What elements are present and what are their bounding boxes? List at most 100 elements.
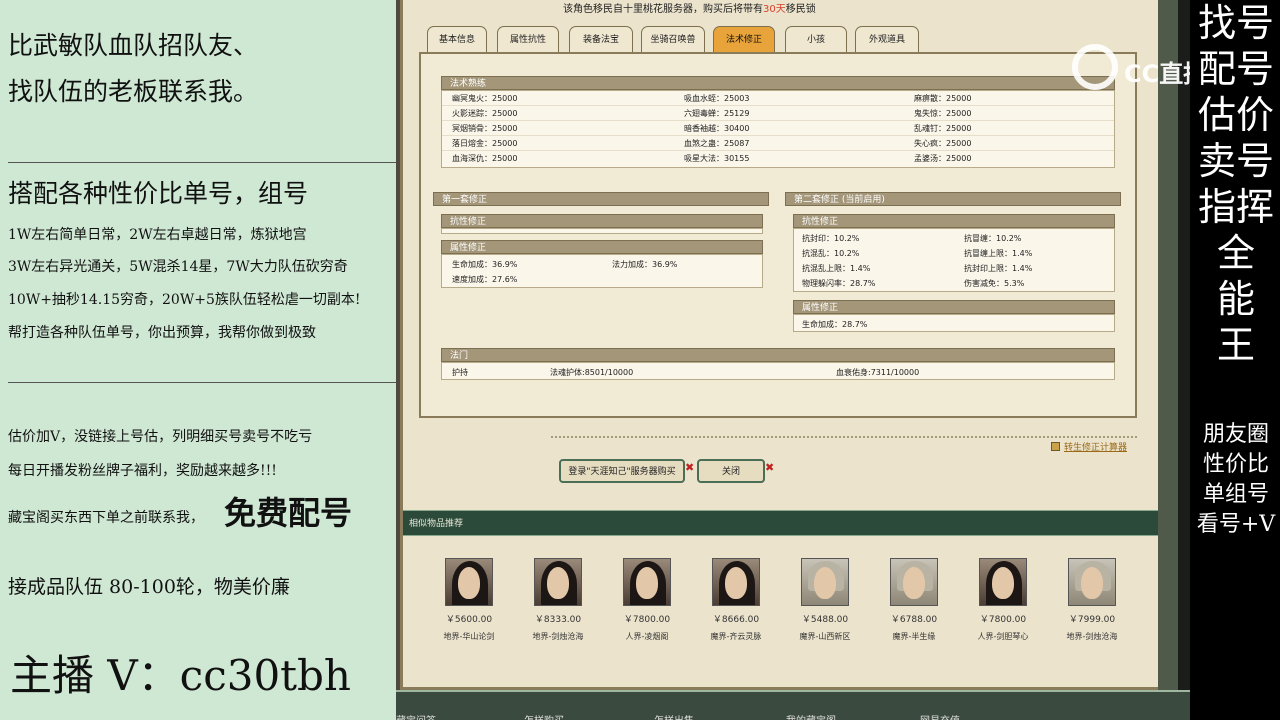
scrollbar[interactable] [1158,0,1178,690]
skill-cell: 冥烟销骨：25000 [452,124,518,133]
rec-item[interactable]: ￥5600.00 地界-华山论剑 [419,558,519,642]
nav-how-to-buy[interactable]: 怎样购买 [524,712,564,720]
service-line-1: 1W左右简单日常，2W左右卓越日常，炼狱地宫 [8,227,307,243]
service-word: 找号 [1197,1,1274,45]
dotted-divider [551,436,1137,438]
migration-notice: 该角色移民自十里桃花服务器，购买后将带有30天移民锁 [563,4,816,15]
resist-cell: 抗混乱：10.2% [802,249,860,258]
rec-item[interactable]: ￥7800.00 人界-剑胆琴心 [953,558,1053,642]
rec-item[interactable]: ￥5488.00 魔界-山西新区 [775,558,875,642]
attr-cell: 法力加成：36.9% [612,260,678,269]
nav-my-treasury[interactable]: 我的藏宝阁 [786,712,836,720]
skill-cell: 乱魂钉：25000 [914,124,972,133]
rebirth-calculator-link[interactable]: 转生修正计算器 [1051,440,1127,453]
tab-equipment[interactable]: 装备法宝 [569,26,633,52]
tab-basic-info[interactable]: 基本信息 [427,26,487,52]
resist-cell: 抗封印上限：1.4% [964,264,1033,273]
skill-cell: 鬼失惊：25000 [914,109,972,118]
service-word: 指挥 [1197,185,1274,229]
rec-price: ￥5600.00 [445,615,493,625]
close-x-icon: ✖ [685,461,695,474]
skill-cell: 六翅毒蝉：25129 [684,109,750,118]
skill-cell: 孟婆汤：25000 [914,154,972,163]
skills-table: 幽冥鬼火：25000 吸血水蛭：25003 麻痹散：25000 火影迷踪：250… [441,90,1115,168]
rec-server: 魔界-齐云灵脉 [710,632,762,641]
rec-price: ￥7800.00 [979,615,1027,625]
magic-header: 法门 [441,348,1115,362]
service-word: 卖号 [1197,139,1274,183]
set2-attr-table: 生命加成：28.7% [793,314,1115,332]
resist-cell: 抗冒缠：10.2% [964,234,1022,243]
service-line-3: 10W+抽秒14.15穷奇，20W+5族队伍轻松虐一切副本! [8,292,361,308]
promo-line: 单组号 [1202,482,1269,507]
right-small-text: 朋友圈 性价比 单组号 看号+V [1192,420,1280,540]
promo-line: 性价比 [1202,452,1269,477]
skill-cell: 失心疯：25000 [914,139,972,148]
right-overlay-panel: 找号 配号 估价 卖号 指挥 全 能 王 朋友圈 性价比 单组号 看号+V [1190,0,1280,720]
rec-item[interactable]: ￥7800.00 人界-凌烟阁 [597,558,697,642]
tab-attributes[interactable]: 属性抗性 [497,26,559,52]
cc-logo-icon [1072,44,1118,90]
table-row: 火影迷踪：25000 六翅毒蝉：25129 鬼失惊：25000 [442,106,1114,121]
skill-cell: 吸星大法：30155 [684,154,750,163]
attr-cell: 生命加成：36.9% [452,260,518,269]
left-overlay-panel: 比武敏队血队招队友、 找队伍的老板联系我。 搭配各种性价比单号，组号 1W左右简… [0,0,396,720]
rec-item[interactable]: ￥6788.00 魔界-半生缘 [864,558,964,642]
anchor-contact: 主播 V：cc30tbh [10,651,351,700]
calculator-icon [1051,442,1060,451]
nav-faq[interactable]: 藏宝问答 [396,712,436,720]
set1-resist-body [441,228,763,234]
rec-item[interactable]: ￥8333.00 地界-剑烛沧海 [508,558,608,642]
tab-child[interactable]: 小孩 [785,26,847,52]
divider [8,162,396,163]
skill-cell: 暗香袖越：30400 [684,124,750,133]
cc-live-logo: CC直播 [1072,44,1190,94]
nav-how-to-sell[interactable]: 怎样出售 [654,712,694,720]
character-portrait [801,558,849,606]
recruit-line-2: 找队伍的老板联系我。 [8,77,259,106]
rec-item[interactable]: ￥8666.00 魔界-齐云灵脉 [686,558,786,642]
character-portrait [979,558,1027,606]
resist-cell: 抗混乱上限：1.4% [802,264,871,273]
set1-attr-header: 属性修正 [441,240,763,254]
service-word: 估价 [1197,93,1274,137]
set2-attr-header: 属性修正 [793,300,1115,314]
resist-cell: 抗冒缠上限：1.4% [964,249,1033,258]
character-portrait [445,558,493,606]
team-offer-line: 接成品队伍 80-100轮，物美价廉 [8,576,290,598]
tab-appearance[interactable]: 外观道具 [855,26,919,52]
similar-items-header: 相似物品推荐 [403,510,1161,536]
magic-table: 护持 法魂护体:8501/10000 血衰佑身:7311/10000 [441,362,1115,380]
service-word: 王 [1216,323,1255,367]
rec-price: ￥7800.00 [623,615,671,625]
rec-item[interactable]: ￥7999.00 地界-剑烛沧海 [1042,558,1142,642]
rec-server: 地界-剑烛沧海 [1066,632,1118,641]
service-heading: 搭配各种性价比单号，组号 [8,179,309,208]
close-x-icon: ✖ [765,461,775,474]
spell-correction-panel: 法术熟练 幽冥鬼火：25000 吸血水蛭：25003 麻痹散：25000 火影迷… [419,52,1137,453]
table-row: 血海深仇：25000 吸星大法：30155 孟婆汤：25000 [442,151,1114,166]
attr-cell: 速度加成：27.6% [452,275,518,284]
character-portrait [1068,558,1116,606]
resist-cell: 物理躲闪率：28.7% [802,279,876,288]
tab-mounts-pets[interactable]: 坐骑召唤兽 [641,26,705,52]
skill-cell: 麻痹散：25000 [914,94,972,103]
rec-server: 人界-凌烟阁 [625,632,669,641]
window-edge [1178,0,1190,720]
recruit-line-1: 比武敏队血队招队友、 [8,31,259,60]
resist-cell: 抗封印：10.2% [802,234,860,243]
character-portrait [623,558,671,606]
login-server-buy-button[interactable]: 登录"天涯知己"服务器购买 [559,459,685,483]
set2-resist-table: 抗封印：10.2% 抗冒缠：10.2% 抗混乱：10.2% 抗冒缠上限：1.4%… [793,228,1115,292]
set1-resist-header: 抗性修正 [441,214,763,228]
rec-server: 人界-剑胆琴心 [977,632,1029,641]
set1-header: 第一套修正 [433,192,769,206]
service-word: 配号 [1197,47,1274,91]
lock-days: 30天 [763,4,786,15]
magic-label: 护持 [452,368,468,377]
tab-spell-correction[interactable]: 法术修正 [713,26,775,52]
nav-recharge[interactable]: 网易充值 [920,712,960,720]
table-row: 冥烟销骨：25000 暗香袖越：30400 乱魂钉：25000 [442,121,1114,136]
game-trade-window: 该角色移民自十里桃花服务器，购买后将带有30天移民锁 基本信息 属性抗性 装备法… [396,0,1190,720]
close-button[interactable]: 关闭 [697,459,765,483]
